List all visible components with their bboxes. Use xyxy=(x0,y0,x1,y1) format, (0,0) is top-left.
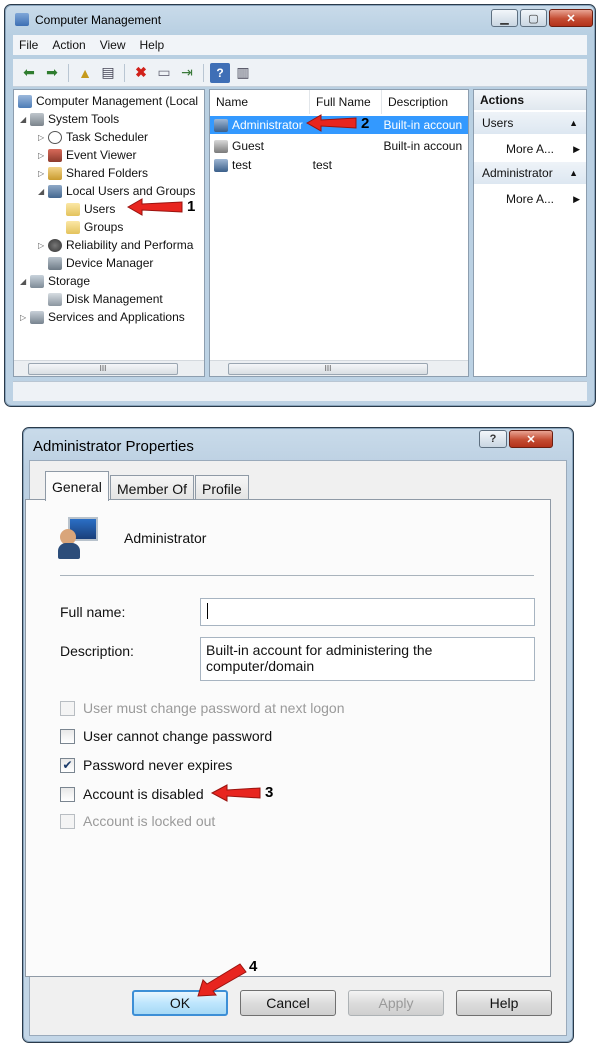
checkbox-box[interactable] xyxy=(60,700,75,716)
tab-profile[interactable]: Profile xyxy=(195,475,249,501)
description-label: Description: xyxy=(60,643,134,659)
annotation-arrows-bottom xyxy=(197,784,261,997)
full-name-label: Full name: xyxy=(60,604,126,620)
checkbox-label: User must change password at next logon xyxy=(83,700,345,716)
full-name-input[interactable] xyxy=(200,598,535,626)
dialog-title: Administrator Properties xyxy=(33,438,194,455)
checkbox-box[interactable] xyxy=(60,728,75,744)
red-arrow-icon xyxy=(305,114,357,132)
red-arrow-icon xyxy=(210,784,261,802)
checkbox-must-change-password[interactable]: User must change password at next logon xyxy=(60,700,344,716)
user-avatar-icon xyxy=(58,517,102,559)
tab-general[interactable]: General xyxy=(45,471,109,501)
red-arrow-icon xyxy=(197,963,247,997)
red-arrow-icon xyxy=(126,198,183,216)
separator xyxy=(60,575,534,576)
annotation-arrows-top xyxy=(126,114,357,216)
tab-member-of[interactable]: Member Of xyxy=(110,475,195,501)
user-name-label: Administrator xyxy=(124,530,207,546)
help-question-button[interactable]: ? xyxy=(479,430,507,448)
step-marker-3: 3 xyxy=(265,784,274,801)
description-input[interactable]: Built-in account for administering the c… xyxy=(200,637,535,681)
checkbox-cannot-change-password[interactable]: User cannot change password xyxy=(60,728,272,744)
checkbox-label: User cannot change password xyxy=(83,728,273,744)
step-marker-4: 4 xyxy=(249,958,258,975)
dialog-close-button[interactable]: ✕ xyxy=(509,430,553,448)
step-marker-2: 2 xyxy=(361,115,370,132)
step-marker-1: 1 xyxy=(187,198,196,215)
